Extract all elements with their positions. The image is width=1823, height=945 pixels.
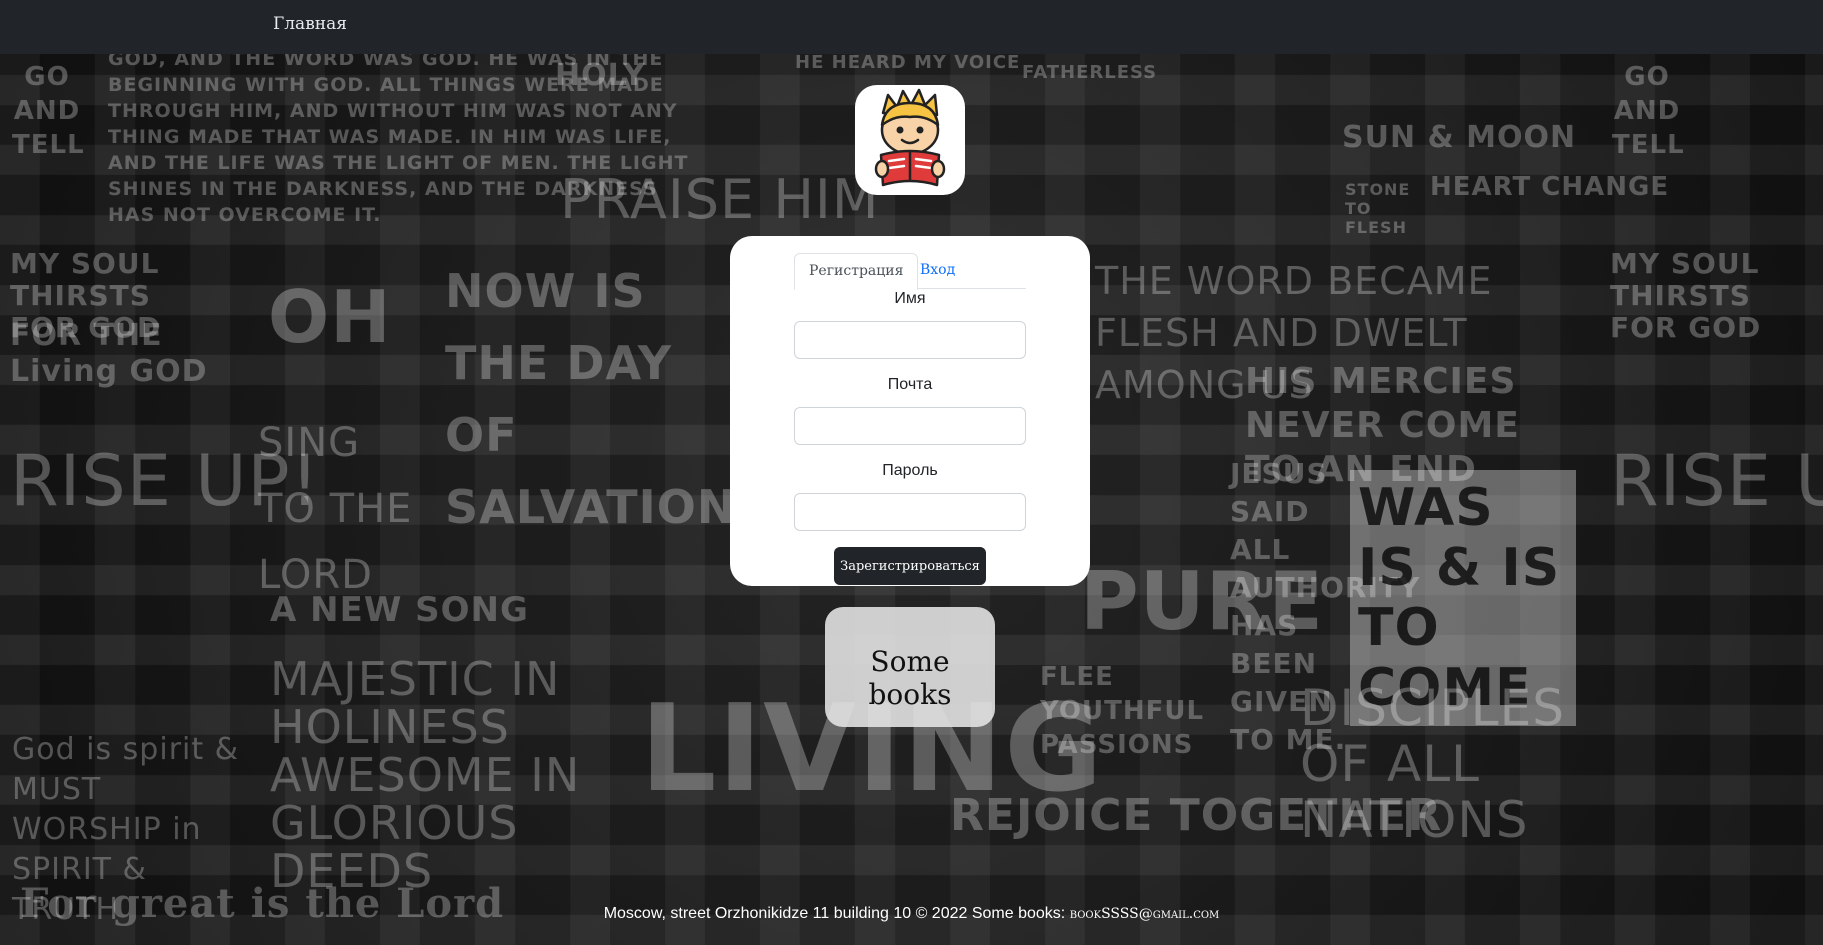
password-input[interactable] — [794, 493, 1026, 531]
bg-text: THROUGH HIM, AND WITHOUT HIM WAS NOT ANY — [108, 100, 678, 122]
bg-text: SUN & MOON — [1342, 120, 1577, 155]
bg-text: HAS NOT OVERCOME IT. — [108, 204, 382, 226]
bg-text: SING TO THE LORD — [258, 420, 413, 598]
auth-tabs: Регистрация Вход — [794, 253, 1026, 290]
footer: Moscow, street Orzhonikidze 11 building … — [0, 905, 1823, 923]
bg-text: MY SOUL THIRSTS FOR GOD — [1610, 247, 1762, 344]
bg-text: FLEE YOUTHFUL PASSIONS — [1040, 662, 1205, 760]
boy-reading-book-icon — [874, 88, 946, 187]
nav-home-link[interactable]: Главная — [273, 14, 347, 34]
brand-name: Some books — [868, 645, 952, 711]
register-button[interactable]: Зарегистрироваться — [834, 547, 986, 585]
bg-text: NOW IS THE DAY OF SALVATION — [445, 264, 737, 534]
bg-text: A NEW SONG — [270, 590, 529, 630]
bg-text: HEART CHANGE — [1430, 172, 1670, 202]
top-navbar: Главная — [0, 0, 1823, 54]
footer-address: Moscow, street Orzhonikidze 11 building … — [603, 905, 1066, 922]
brand-box: Some books — [825, 607, 995, 727]
bg-text: OH — [268, 275, 392, 359]
bg-text: PRAISE HIM — [560, 168, 880, 231]
footer-email-link[interactable]: bookSSSS@gmail.com — [1070, 906, 1220, 922]
bg-text: GO AND TELL — [12, 62, 85, 160]
password-label: Пароль — [882, 462, 938, 479]
bg-text: GO AND TELL — [1612, 62, 1685, 160]
bg-text: STONE TO FLESH — [1345, 180, 1411, 237]
bg-text: HOLY — [555, 58, 646, 93]
bg-text: RISE UP! — [1610, 440, 1823, 522]
email-label: Почта — [887, 376, 933, 393]
email-input[interactable] — [794, 407, 1026, 445]
bg-text: FOR THE Living GOD — [10, 318, 208, 389]
bg-text: THING MADE THAT WAS MADE. IN HIM WAS LIF… — [108, 126, 672, 148]
bg-text: DISCIPLES OF ALL NATIONS — [1300, 679, 1565, 849]
bg-text: HE HEARD MY VOICE — [795, 52, 1021, 73]
name-input[interactable] — [794, 321, 1026, 359]
tab-registration[interactable]: Регистрация — [794, 253, 919, 290]
tab-login[interactable]: Вход — [906, 253, 969, 287]
bg-text: PURE — [1080, 555, 1324, 648]
site-logo[interactable] — [855, 85, 965, 195]
bg-text: FATHERLESS — [1022, 62, 1158, 83]
name-label: Имя — [894, 290, 926, 307]
registration-card: Регистрация Вход Имя Почта Пароль Зареги… — [730, 236, 1090, 586]
bg-text: MAJESTIC IN HOLINESS AWESOME IN GLORIOUS… — [270, 652, 581, 898]
